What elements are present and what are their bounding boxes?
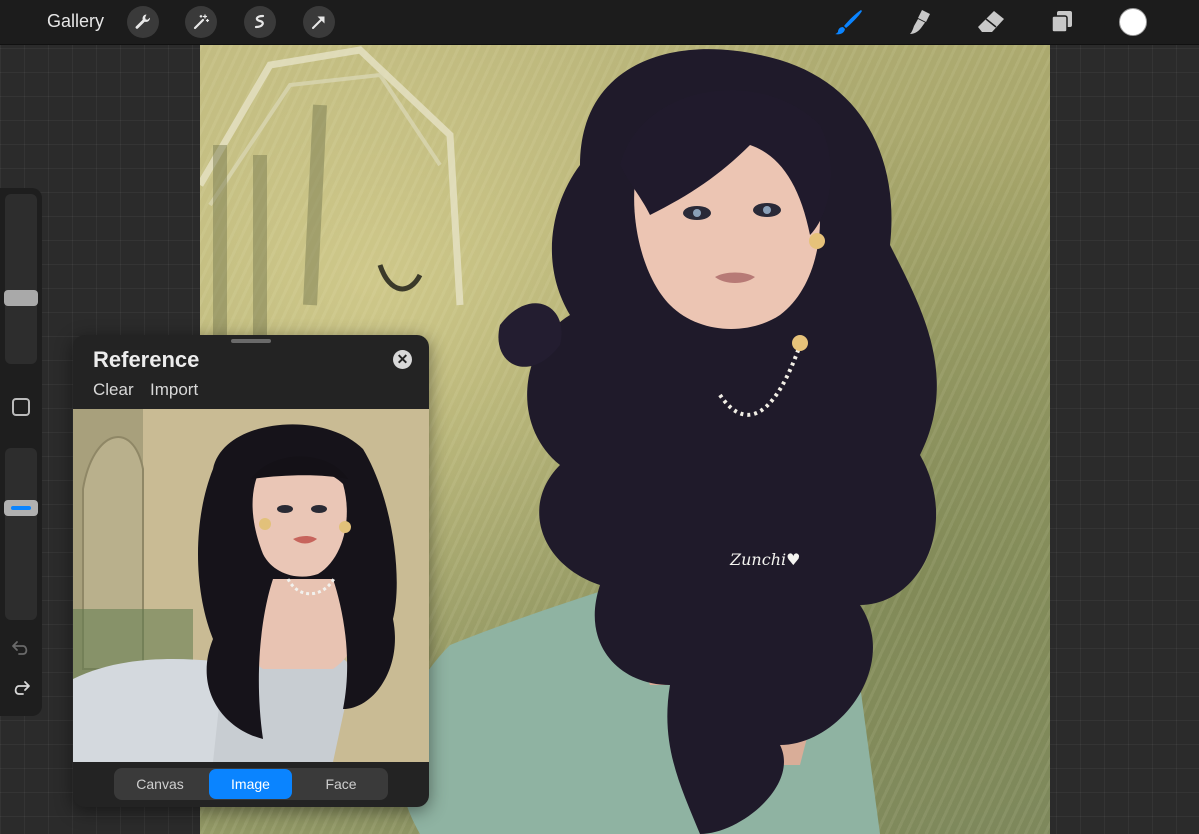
brush-size-handle[interactable]: [4, 290, 38, 306]
panel-grabber[interactable]: [231, 339, 271, 343]
eraser-tool[interactable]: [975, 6, 1007, 38]
selection-button[interactable]: [244, 6, 276, 38]
reference-image[interactable]: [73, 409, 429, 762]
reference-mode-segmented-control: Canvas Image Face: [114, 768, 388, 800]
magic-wand-icon: [193, 14, 210, 30]
opacity-handle[interactable]: [4, 500, 38, 516]
smudge-icon: [910, 10, 930, 34]
layers-tool[interactable]: [1046, 6, 1078, 38]
arrow-transform-icon: [312, 16, 325, 29]
tab-image[interactable]: Image: [209, 769, 292, 799]
actions-button[interactable]: [127, 6, 159, 38]
left-sidebar: [0, 188, 42, 716]
import-button[interactable]: Import: [150, 380, 198, 400]
tab-canvas[interactable]: Canvas: [115, 769, 205, 799]
wrench-icon: [135, 14, 151, 29]
brush-icon: [835, 10, 862, 35]
reference-photo: [73, 409, 429, 762]
adjustments-button[interactable]: [185, 6, 217, 38]
opacity-slider[interactable]: [4, 448, 38, 620]
brush-size-slider[interactable]: [4, 194, 38, 364]
layers-icon: [1051, 11, 1072, 33]
top-toolbar: Gallery: [0, 0, 1199, 45]
smudge-tool[interactable]: [904, 6, 936, 38]
close-reference-button[interactable]: ✕: [393, 350, 412, 369]
transform-button[interactable]: [303, 6, 335, 38]
brush-tool[interactable]: [833, 6, 865, 38]
selection-icon: [254, 14, 265, 29]
gallery-button[interactable]: Gallery: [47, 11, 104, 32]
tab-face[interactable]: Face: [296, 769, 386, 799]
reference-panel[interactable]: Reference ✕ Clear Import Canvas Image Fa…: [73, 335, 429, 807]
color-picker-button[interactable]: [1119, 8, 1147, 36]
artist-signature: Zunchi♥: [729, 550, 800, 569]
undo-icon[interactable]: [11, 638, 31, 658]
clear-button[interactable]: Clear: [93, 380, 134, 400]
eraser-icon: [978, 11, 1004, 32]
modify-button[interactable]: [12, 398, 30, 416]
redo-icon[interactable]: [11, 678, 31, 698]
close-icon: ✕: [396, 351, 409, 367]
reference-title: Reference: [93, 347, 200, 372]
